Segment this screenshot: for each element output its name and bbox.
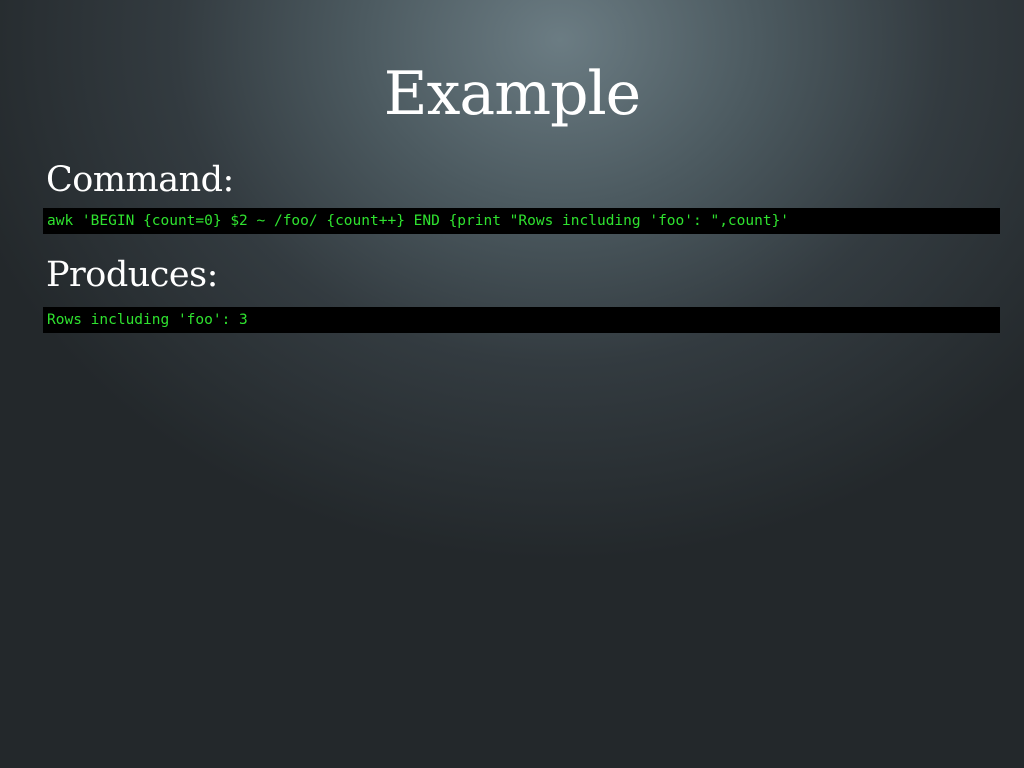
output-code-block: Rows including 'foo': 3 bbox=[43, 307, 1000, 333]
slide-title: Example bbox=[383, 59, 641, 129]
command-code-block: awk 'BEGIN {count=0} $2 ~ /foo/ {count++… bbox=[43, 208, 1000, 234]
produces-label: Produces: bbox=[46, 255, 218, 295]
command-label: Command: bbox=[46, 160, 234, 200]
